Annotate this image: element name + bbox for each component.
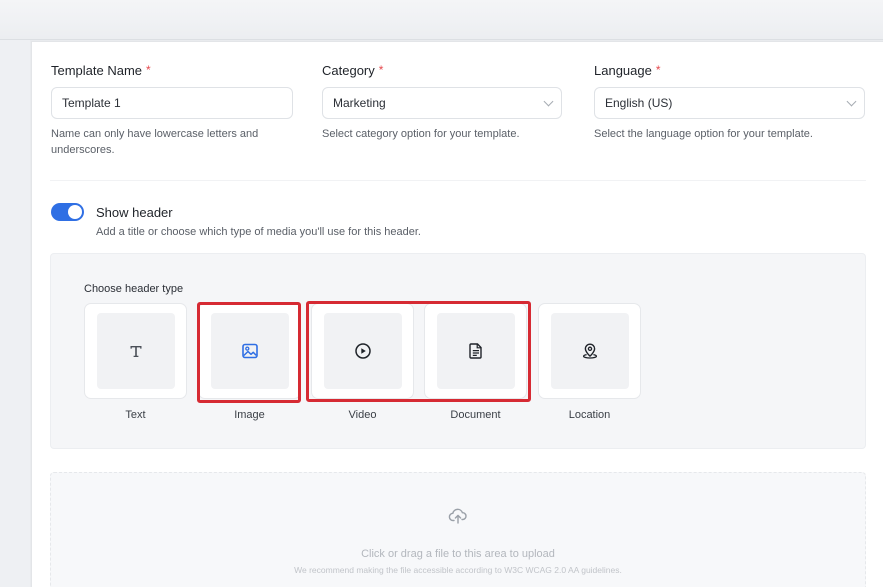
image-icon	[241, 343, 258, 359]
template-name-label: Template Name	[51, 62, 143, 78]
top-bar	[0, 0, 883, 40]
upload-accessibility-note: We recommend making the file accessible …	[294, 565, 622, 575]
show-header-help: Add a title or choose which type of medi…	[96, 226, 421, 238]
header-type-location-label: Location	[568, 409, 611, 421]
toggle-knob	[68, 205, 82, 219]
header-type-image-tile	[210, 313, 289, 389]
required-mark: *	[146, 63, 151, 77]
language-label-row: Language *	[594, 62, 865, 78]
header-type-video-label: Video	[348, 409, 377, 421]
header-type-image-label: Image	[234, 409, 265, 421]
section-divider	[50, 180, 866, 181]
header-type-video-tile	[323, 313, 402, 389]
header-type-document[interactable]: Document	[424, 303, 527, 421]
header-type-document-label: Document	[450, 409, 501, 421]
file-upload-dropzone[interactable]: Click or drag a file to this area to upl…	[50, 472, 866, 587]
header-type-document-tile	[436, 313, 515, 389]
header-type-text[interactable]: Text	[84, 303, 187, 421]
header-type-text-card[interactable]	[84, 303, 187, 399]
header-type-location-tile	[550, 313, 629, 389]
category-value: Marketing	[333, 96, 386, 110]
header-type-text-tile	[96, 313, 175, 389]
language-select[interactable]: English (US)	[594, 87, 865, 119]
template-name-field: Template Name * Template 1 Name can only…	[51, 62, 293, 158]
template-name-label-row: Template Name *	[51, 62, 293, 78]
template-name-help: Name can only have lowercase letters and…	[51, 128, 259, 156]
chevron-down-icon	[846, 96, 857, 107]
category-label-row: Category *	[322, 62, 562, 78]
header-type-title: Choose header type	[84, 283, 184, 295]
header-type-image-card[interactable]	[198, 303, 301, 399]
upload-instruction: Click or drag a file to this area to upl…	[361, 548, 555, 560]
header-type-video-card[interactable]	[311, 303, 414, 399]
header-type-location[interactable]: Location	[538, 303, 641, 421]
header-type-image[interactable]: Image	[198, 303, 301, 421]
language-field: Language * English (US) Select the langu…	[594, 62, 865, 142]
location-pin-icon	[582, 343, 597, 359]
text-icon	[130, 346, 141, 357]
show-header-label: Show header	[96, 205, 173, 220]
category-help: Select category option for your template…	[322, 128, 520, 140]
header-type-text-label: Text	[125, 409, 146, 421]
category-label: Category	[322, 62, 375, 78]
required-mark: *	[655, 63, 661, 77]
category-field: Category * Marketing Select category opt…	[322, 62, 562, 142]
language-help: Select the language option for your temp…	[594, 128, 813, 140]
play-icon	[354, 343, 371, 359]
show-header-toggle[interactable]	[51, 203, 84, 221]
header-type-document-card[interactable]	[424, 303, 527, 399]
template-name-input[interactable]: Template 1	[51, 87, 293, 119]
header-type-location-card[interactable]	[538, 303, 641, 399]
upload-cloud-icon	[448, 508, 467, 524]
required-mark: *	[378, 63, 384, 77]
header-type-panel: Choose header type Text Image Video Docu…	[50, 253, 866, 449]
language-label: Language	[594, 62, 652, 78]
header-type-video[interactable]: Video	[311, 303, 414, 421]
document-icon	[468, 343, 482, 359]
template-form-card: Template Name * Template 1 Name can only…	[31, 41, 883, 587]
category-select[interactable]: Marketing	[322, 87, 562, 119]
template-name-value: Template 1	[62, 96, 121, 110]
language-value: English (US)	[605, 96, 673, 110]
left-sidebar-strip	[0, 40, 30, 587]
chevron-down-icon	[543, 96, 554, 107]
